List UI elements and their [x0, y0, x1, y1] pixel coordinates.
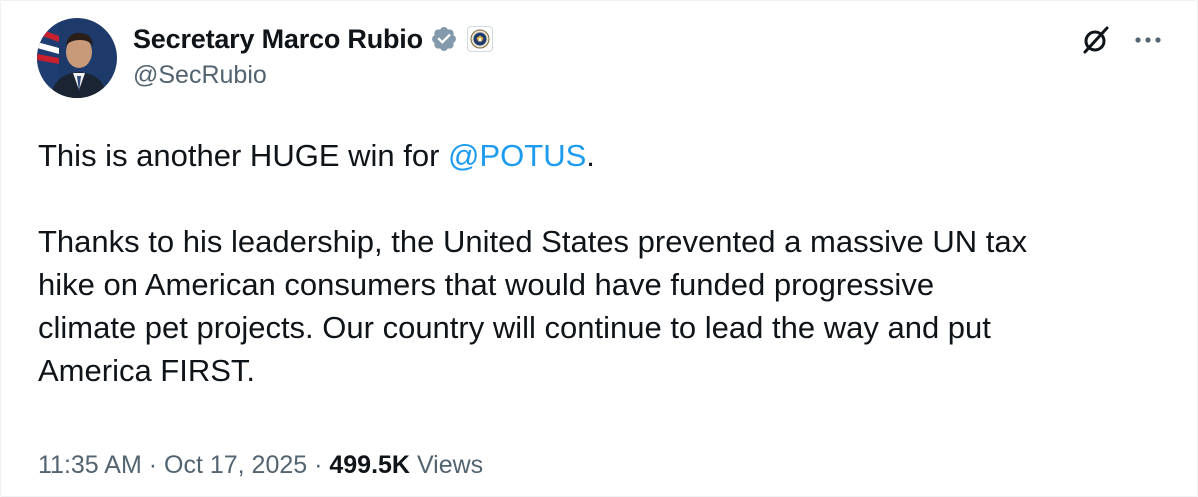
author-handle[interactable]: @SecRubio — [133, 61, 267, 90]
views-count: 499.5K — [329, 451, 410, 479]
separator: · — [307, 451, 330, 479]
mention-link[interactable]: @POTUS — [448, 138, 586, 173]
tweet-date[interactable]: Oct 17, 2025 — [164, 451, 307, 479]
tweet-line: climate pet projects. Our country will c… — [38, 310, 991, 345]
tweet-text-segment: . — [586, 138, 595, 173]
verified-badge-icon[interactable] — [430, 25, 458, 53]
tweet-text-segment: This is another HUGE win for — [38, 138, 449, 173]
author-display-name[interactable]: Secretary Marco Rubio — [133, 24, 423, 55]
tweet-line: Thanks to his leadership, the United Sta… — [38, 224, 1028, 259]
grok-icon[interactable] — [1079, 23, 1113, 57]
tweet-time[interactable]: 11:35 AM — [38, 451, 142, 479]
tweet-line: hike on American consumers that would ha… — [38, 267, 935, 302]
avatar[interactable] — [37, 18, 117, 98]
more-options-icon[interactable] — [1131, 23, 1165, 57]
views-label: Views — [410, 451, 484, 479]
tweet-line-1: This is another HUGE win for @POTUS. — [38, 134, 1158, 177]
tweet-metadata: 11:35 AM · Oct 17, 2025 · 499.5K Views — [38, 451, 483, 480]
tweet-text: This is another HUGE win for @POTUS. Tha… — [38, 134, 1158, 392]
tweet-card: Secretary Marco Rubio @SecRubio This is … — [0, 0, 1198, 497]
state-department-seal-icon[interactable] — [466, 26, 493, 52]
tweet-line: America FIRST. — [38, 353, 256, 388]
separator: · — [141, 451, 164, 479]
author-name-row: Secretary Marco Rubio — [133, 21, 493, 57]
